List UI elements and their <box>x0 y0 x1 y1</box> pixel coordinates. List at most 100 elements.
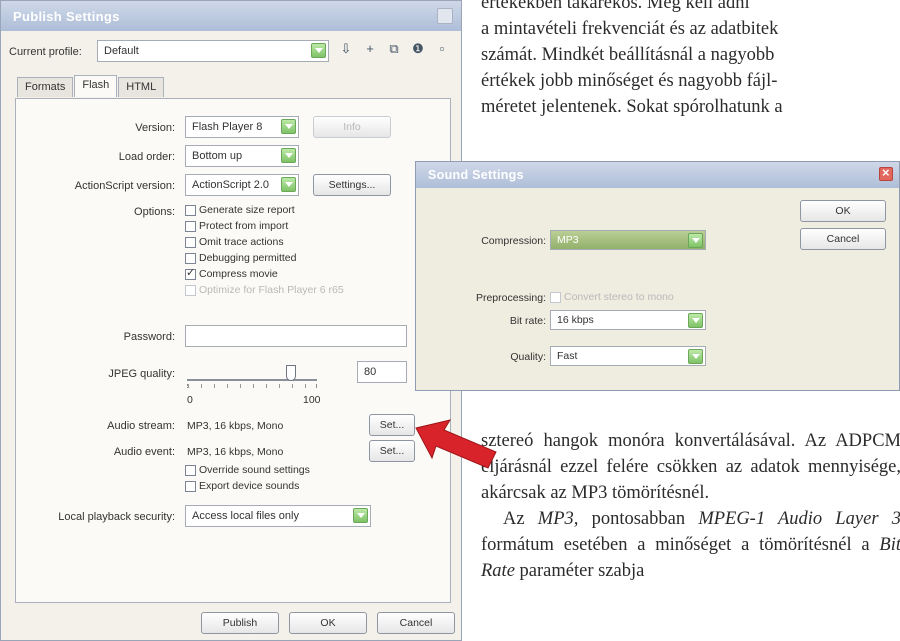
jpeg-quality-input[interactable]: 80 <box>357 361 407 383</box>
window-title: Publish Settings <box>13 9 120 24</box>
tab-html[interactable]: HTML <box>118 77 165 97</box>
quality-label: Quality: <box>510 351 546 363</box>
duplicate-profile-icon[interactable]: ⧉ <box>387 41 401 57</box>
audio-event-label: Audio event: <box>113 446 175 458</box>
info-button[interactable]: Info <box>313 116 391 138</box>
load-order-select[interactable]: Bottom up <box>185 145 299 167</box>
bitrate-select[interactable]: 16 kbps <box>550 310 706 330</box>
quality-select[interactable]: Fast <box>550 346 706 366</box>
audio-stream-label: Audio stream: <box>107 420 175 432</box>
local-playback-security-label: Local playback security: <box>58 511 175 523</box>
version-select[interactable]: Flash Player 8 <box>185 116 299 138</box>
sound-ok-button[interactable]: OK <box>800 200 886 222</box>
load-order-value: Bottom up <box>192 150 243 162</box>
version-value: Flash Player 8 <box>192 121 263 133</box>
password-input[interactable] <box>185 325 407 347</box>
sound-titlebar[interactable]: Sound Settings <box>416 162 899 188</box>
book-line: számát. Mindkét beállításnál a nagyobb <box>481 45 775 65</box>
sound-cancel-button[interactable]: Cancel <box>800 228 886 250</box>
delete-profile-icon[interactable]: ▫ <box>435 41 449 57</box>
pointer-arrow-icon <box>415 419 497 469</box>
cancel-button[interactable]: Cancel <box>377 612 455 634</box>
slider-max-label: 100 <box>303 394 321 406</box>
compression-label: Compression: <box>481 235 546 247</box>
option-convert-stereo-to-mono: Convert stereo to mono <box>550 291 674 303</box>
dialog-title: Sound Settings <box>428 168 524 182</box>
password-label: Password: <box>123 331 175 343</box>
checkbox <box>185 284 196 296</box>
checkbox[interactable] <box>185 204 196 216</box>
book-paragraph: sztereó hangok monóra konvertálásával. A… <box>481 431 900 503</box>
preprocessing-label: Preprocessing: <box>475 292 546 304</box>
local-playback-security-value: Access local files only <box>192 510 299 522</box>
version-label: Version: <box>135 122 175 134</box>
chevron-down-icon[interactable] <box>688 313 703 328</box>
publish-button[interactable]: Publish <box>201 612 279 634</box>
book-text-bottom: sztereó hangok monóra konvertálásával. A… <box>481 428 900 584</box>
audio-stream-value: MP3, 16 kbps, Mono <box>187 420 284 432</box>
options-label: Options: <box>134 206 175 218</box>
chevron-down-icon[interactable] <box>353 508 368 523</box>
jpeg-quality-slider-thumb[interactable] <box>286 365 296 381</box>
option-override-sound[interactable]: Override sound settings <box>185 464 310 476</box>
option-protect-from-import[interactable]: Protect from import <box>185 220 288 232</box>
publish-titlebar[interactable]: Publish Settings <box>1 1 461 31</box>
jpeg-quality-label: JPEG quality: <box>108 368 175 380</box>
book-line: értékek jobb minőséget és nagyobb fájl- <box>481 71 778 91</box>
checkbox[interactable] <box>185 220 196 232</box>
bitrate-label: Bit rate: <box>509 315 546 327</box>
book-text-top: értékekben takarékos. Meg kell adni a mi… <box>481 0 900 120</box>
profile-value: Default <box>104 45 139 57</box>
chevron-down-icon[interactable] <box>311 43 326 58</box>
checkbox[interactable] <box>185 480 196 492</box>
add-profile-icon[interactable]: + <box>363 41 377 57</box>
chevron-down-icon[interactable] <box>281 177 296 192</box>
audio-event-value: MP3, 16 kbps, Mono <box>187 446 284 458</box>
audio-stream-set-button[interactable]: Set... <box>369 414 415 436</box>
close-icon[interactable] <box>437 8 453 24</box>
profile-select[interactable]: Default <box>97 40 329 62</box>
option-export-device-sounds[interactable]: Export device sounds <box>185 480 299 492</box>
sound-settings-dialog: Sound Settings Compression: MP3 Preproce… <box>415 161 900 391</box>
profile-toolbar: ⇩ + ⧉ ❶ ▫ <box>339 41 449 57</box>
jpeg-quality-slider-track[interactable] <box>187 379 317 381</box>
compression-value: MP3 <box>557 234 579 246</box>
quality-value: Fast <box>557 350 578 362</box>
publish-settings-window: Publish Settings Current profile: Defaul… <box>0 0 462 641</box>
jpeg-quality-slider-ticks <box>187 384 317 388</box>
book-line: a mintavételi frekvenciát és az adatbite… <box>481 19 779 39</box>
option-compress-movie[interactable]: Compress movie <box>185 266 278 280</box>
book-line: értékekben takarékos. Meg kell adni <box>481 0 750 13</box>
chevron-down-icon[interactable] <box>688 349 703 364</box>
checkbox[interactable] <box>185 464 196 476</box>
checkbox <box>550 291 561 303</box>
current-profile-label: Current profile: <box>9 46 82 58</box>
actionscript-version-label: ActionScript version: <box>74 180 175 192</box>
chevron-down-icon[interactable] <box>281 119 296 134</box>
actionscript-version-select[interactable]: ActionScript 2.0 <box>185 174 299 196</box>
slider-min-label: 0 <box>187 394 193 406</box>
tab-bar: Formats Flash HTML <box>17 75 165 97</box>
actionscript-settings-button[interactable]: Settings... <box>313 174 391 196</box>
tab-formats[interactable]: Formats <box>17 77 74 97</box>
close-icon[interactable] <box>879 165 893 181</box>
book-line: méretet jelentenek. Sokat spórolhatunk a <box>481 97 783 117</box>
checkbox[interactable] <box>185 236 196 248</box>
option-debugging-permitted[interactable]: Debugging permitted <box>185 252 296 264</box>
option-omit-trace-actions[interactable]: Omit trace actions <box>185 236 284 248</box>
audio-event-set-button[interactable]: Set... <box>369 440 415 462</box>
book-paragraph: Az MP3, pontosabban MPEG-1 Audio Layer 3… <box>481 509 900 581</box>
compression-select[interactable]: MP3 <box>550 230 706 250</box>
info-icon[interactable]: ❶ <box>411 41 425 57</box>
option-generate-size-report[interactable]: Generate size report <box>185 204 295 216</box>
checkbox-checked[interactable] <box>185 266 196 280</box>
checkbox[interactable] <box>185 252 196 264</box>
tab-flash[interactable]: Flash <box>74 75 118 97</box>
chevron-down-icon[interactable] <box>688 233 703 248</box>
option-optimize-flash-player: Optimize for Flash Player 6 r65 <box>185 284 344 296</box>
local-playback-security-select[interactable]: Access local files only <box>185 505 371 527</box>
bitrate-value: 16 kbps <box>557 314 594 326</box>
ok-button[interactable]: OK <box>289 612 367 634</box>
chevron-down-icon[interactable] <box>281 148 296 163</box>
import-export-icon[interactable]: ⇩ <box>339 41 353 57</box>
